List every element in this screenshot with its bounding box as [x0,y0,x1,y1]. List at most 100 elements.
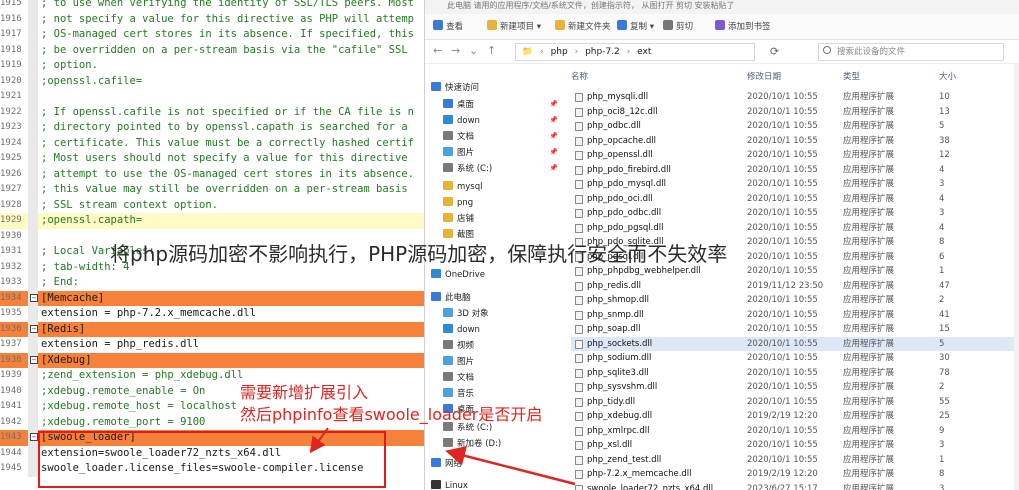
toolbar-button[interactable]: 添加到书签 [715,19,771,35]
pin-icon[interactable]: 📌 [549,116,558,124]
toolbar-button[interactable]: 新建项目 ▾ [487,19,541,35]
file-row[interactable]: php_shmop.dll 2020/10/1 10:55 应用程序扩展 2 [571,293,1019,308]
refresh-icon[interactable]: ⟳ [770,45,779,58]
file-row[interactable]: php_openssl.dll 2020/10/1 10:55 应用程序扩展 12 [571,148,1019,163]
search-input[interactable]: 搜索此设备的文件 [818,43,1004,61]
code-line[interactable]: 1934− [Memcache] [0,290,440,306]
file-row[interactable]: php_redis.dll 2019/11/12 23:50 应用程序扩展 47 [571,279,1019,294]
nav-item[interactable]: 网络 [431,456,462,472]
nav-item[interactable]: 店铺 [443,211,474,227]
file-row[interactable]: php_odbc.dll 2020/10/1 10:55 应用程序扩展 5 [571,119,1019,134]
file-row[interactable]: php_soap.dll 2020/10/1 10:55 应用程序扩展 15 [571,322,1019,337]
pin-icon[interactable]: 📌 [549,100,558,108]
code-line[interactable]: 1925 ; Most users should not specify a va… [0,151,440,167]
column-header-type[interactable]: 类型 [843,70,860,82]
column-header-size[interactable]: 大小 [939,70,956,82]
file-row[interactable]: php_pdo_mysql.dll 2020/10/1 10:55 应用程序扩展 3 [571,177,1019,192]
code-line[interactable]: 1919 ; option. [0,58,440,74]
nav-item[interactable]: 视频 [443,338,474,354]
fold-toggle-icon[interactable]: − [30,355,38,364]
file-size: 55 [939,396,950,407]
forward-arrow-icon[interactable]: → [451,44,460,57]
toolbar-button[interactable]: 剪切 [663,19,693,35]
file-row[interactable]: php_pdo_pgsql.dll 2020/10/1 10:55 应用程序扩展 4 [571,221,1019,236]
recent-dropdown-icon[interactable]: ⌄ [469,44,478,57]
file-row[interactable]: php_xsl.dll 2020/10/1 10:55 应用程序扩展 3 [571,438,1019,453]
file-row[interactable]: php_opcache.dll 2020/10/1 10:55 应用程序扩展 38 [571,134,1019,149]
nav-item[interactable]: 新加卷 (D:) [443,436,501,452]
toolbar-button[interactable]: 复制 ▾ [617,19,654,35]
nav-item[interactable]: 图片 [443,145,474,161]
code-line[interactable]: 1926 ; attempt to use the OS-managed cert… [0,166,440,182]
code-line[interactable]: 1917 ; OS-managed cert stores in its abse… [0,27,440,43]
toolbar-button[interactable]: 查看 [433,19,463,35]
code-line[interactable]: 1923 ; directory pointed to by openssl.ca… [0,120,440,136]
code-line[interactable]: 1916 ; not specify a value for this direc… [0,11,440,27]
breadcrumb-item-php[interactable]: php [551,47,568,57]
back-arrow-icon[interactable]: ← [433,44,442,57]
nav-item[interactable]: down [443,322,480,338]
code-line[interactable]: 1918 ; be overridden on a per-stream basi… [0,42,440,58]
file-row[interactable]: php_pdo_odbc.dll 2020/10/1 10:55 应用程序扩展 3 [571,206,1019,221]
code-line[interactable]: 1936− [Redis] [0,321,440,337]
nav-item[interactable]: 图片 [443,354,474,370]
file-row[interactable]: php_zend_test.dll 2020/10/1 10:55 应用程序扩展 1 [571,453,1019,468]
file-row[interactable]: php_xdebug.dll 2019/2/19 12:20 应用程序扩展 25 [571,409,1019,424]
file-row[interactable]: php_sqlite3.dll 2020/10/1 10:55 应用程序扩展 78 [571,366,1019,381]
code-line[interactable]: 1920 ;openssl.cafile= [0,73,440,89]
toolbar-button[interactable]: 新建文件夹 [555,19,611,35]
file-name: php_pdo_odbc.dll [587,208,662,218]
nav-item[interactable]: png [443,195,473,211]
breadcrumb-item-php-7-2[interactable]: php-7.2 [585,47,620,57]
nav-item[interactable]: 3D 对象 [443,306,489,322]
code-line[interactable]: 1922 ; If openssl.cafile is not specified… [0,104,440,120]
pin-icon[interactable]: 📌 [549,164,558,172]
file-row[interactable]: php_snmp.dll 2020/10/1 10:55 应用程序扩展 41 [571,308,1019,323]
code-line[interactable]: 1937 extension = php_redis.dll [0,337,440,353]
code-line[interactable]: 1928 ; SSL stream context option. [0,197,440,213]
pin-icon[interactable]: 📌 [549,132,558,140]
file-date: 2020/10/1 10:55 [747,150,818,160]
up-arrow-icon[interactable]: ↑ [487,44,496,57]
breadcrumb-item-ext[interactable]: ext [637,47,651,57]
code-line[interactable]: 1927 ; this value may still be overridden… [0,182,440,198]
file-row[interactable]: php_oci8_12c.dll 2020/10/1 10:55 应用程序扩展 13 [571,105,1019,120]
nav-item[interactable]: 文档 [443,129,474,145]
fold-toggle-icon[interactable]: − [30,324,38,333]
code-line[interactable]: 1924 ; certificate. This value must be a … [0,135,440,151]
code-line[interactable]: 1915 ; to use when verifying the identity… [0,0,440,12]
file-row[interactable]: swoole_loader72_nzts_x64.dll 2023/6/27 15… [571,482,1019,490]
nav-item[interactable]: down [443,113,480,129]
nav-item[interactable]: mysql [443,179,483,195]
nav-item[interactable]: 桌面 [443,97,474,113]
file-row[interactable]: php_sockets.dll 2020/10/1 10:55 应用程序扩展 5 [571,336,1019,351]
nav-item[interactable]: 此电脑 [431,290,471,306]
file-row[interactable]: php_pdo_firebird.dll 2020/10/1 10:55 应用程序扩… [571,163,1019,178]
column-header-name[interactable]: 名称 [571,70,588,82]
code-line[interactable]: 1933 ; End: [0,275,440,291]
nav-item[interactable]: OneDrive [431,267,485,283]
file-row[interactable]: php_tidy.dll 2020/10/1 10:55 应用程序扩展 55 [571,395,1019,410]
file-row[interactable]: php_sodium.dll 2020/10/1 10:55 应用程序扩展 30 [571,351,1019,366]
fold-toggle-icon[interactable]: − [30,433,38,441]
column-header-date[interactable]: 修改日期 [747,70,781,82]
file-row[interactable]: php_mysqli.dll 2020/10/1 10:55 应用程序扩展 10 [571,90,1019,105]
pin-icon[interactable]: 📌 [549,148,558,156]
code-line[interactable]: 1929 ;openssl.capath= [0,213,440,229]
file-row[interactable]: php_sysvshm.dll 2020/10/1 10:55 应用程序扩展 2 [571,380,1019,395]
folder-icon [443,372,453,381]
nav-item[interactable]: 快速访问 [431,80,479,96]
nav-item[interactable]: 系统 (C:) [443,161,492,177]
file-row[interactable]: php_xmlrpc.dll 2020/10/1 10:55 应用程序扩展 9 [571,424,1019,439]
code-line[interactable]: 1935 extension = php-7.2.x_memcache.dll [0,306,440,322]
file-date: 2020/10/1 10:55 [747,367,818,378]
file-row[interactable]: php_pdo_oci.dll 2020/10/1 10:55 应用程序扩展 4 [571,192,1019,207]
file-row[interactable]: php-7.2.x_memcache.dll 2019/2/19 12:20 应用程… [571,467,1019,482]
vertical-scrollbar[interactable] [1014,64,1019,490]
toolbar-icon [555,20,565,30]
breadcrumb[interactable]: 📁 › php › php-7.2 › ext [515,43,755,61]
code-line[interactable]: 1938− [Xdebug] [0,352,440,368]
nav-item[interactable]: Linux [431,478,468,490]
code-line[interactable]: 1921 [0,89,440,105]
fold-toggle-icon[interactable]: − [30,293,38,302]
